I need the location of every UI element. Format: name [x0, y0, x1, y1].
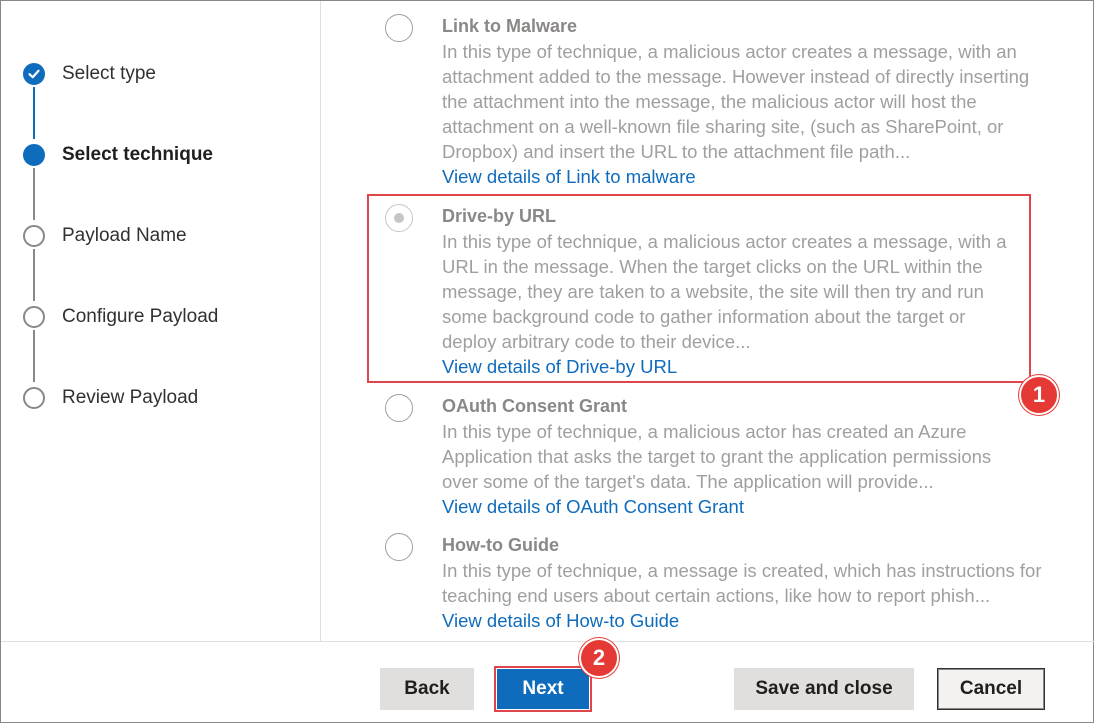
- step-label: Review Payload: [62, 387, 199, 408]
- step-select-type[interactable]: Select type: [23, 62, 156, 86]
- option-title: Link to Malware: [442, 16, 578, 36]
- step-connector: [33, 168, 35, 220]
- pending-step-icon: [23, 225, 45, 247]
- step-connector: [33, 249, 35, 301]
- step-connector: [33, 330, 35, 382]
- check-icon: [23, 63, 45, 85]
- step-payload-name[interactable]: Payload Name: [23, 224, 187, 248]
- step-label: Configure Payload: [62, 306, 219, 327]
- annotation-badge-2: 2: [579, 638, 619, 678]
- option-title: How-to Guide: [442, 535, 559, 555]
- step-select-technique[interactable]: Select technique: [23, 143, 213, 167]
- step-label: Select type: [62, 63, 156, 84]
- radio-button[interactable]: [385, 14, 413, 42]
- option-description: In this type of technique, a malicious a…: [442, 421, 992, 492]
- view-details-link[interactable]: View details of OAuth Consent Grant: [442, 496, 744, 518]
- option-description: In this type of technique, a malicious a…: [442, 41, 1030, 162]
- pending-step-icon: [23, 387, 45, 409]
- view-details-link[interactable]: View details of How-to Guide: [442, 610, 679, 632]
- step-label: Payload Name: [62, 225, 187, 246]
- save-and-close-button[interactable]: Save and close: [734, 668, 914, 710]
- wizard-window: Select type Select technique Payload Nam…: [0, 0, 1094, 723]
- annotation-highlight-box: [494, 666, 592, 712]
- pending-step-icon: [23, 306, 45, 328]
- current-step-icon: [23, 144, 45, 166]
- cancel-button[interactable]: Cancel: [937, 668, 1045, 710]
- option-description: In this type of technique, a message is …: [442, 560, 1042, 606]
- option-title: OAuth Consent Grant: [442, 396, 627, 416]
- back-button[interactable]: Back: [380, 668, 474, 710]
- radio-button[interactable]: [385, 394, 413, 422]
- annotation-highlight-box: [367, 194, 1031, 383]
- step-label: Select technique: [62, 144, 213, 165]
- annotation-badge-1: 1: [1019, 375, 1059, 415]
- radio-button[interactable]: [385, 533, 413, 561]
- step-connector: [33, 87, 35, 139]
- step-configure-payload[interactable]: Configure Payload: [23, 305, 218, 329]
- wizard-stepper: Select type Select technique Payload Nam…: [1, 1, 321, 641]
- view-details-link[interactable]: View details of Link to malware: [442, 166, 696, 188]
- step-review-payload[interactable]: Review Payload: [23, 386, 198, 410]
